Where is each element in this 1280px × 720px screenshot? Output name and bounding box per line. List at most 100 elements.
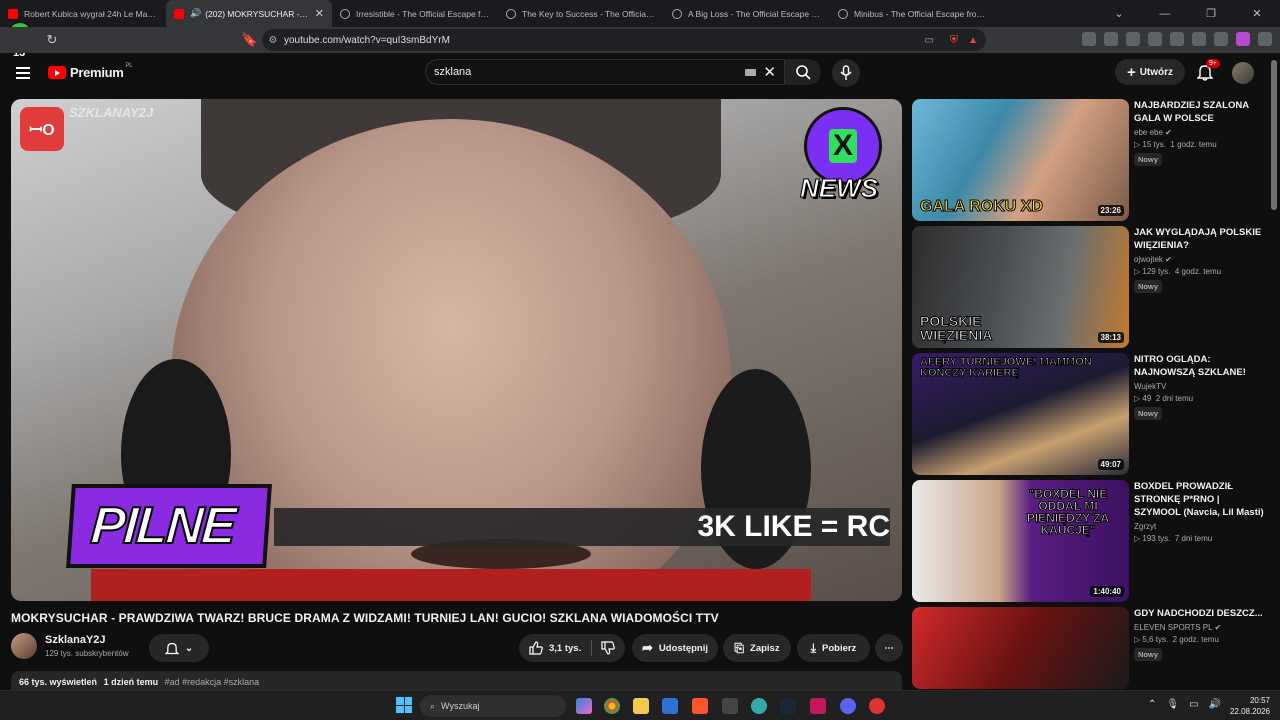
github-icon — [672, 8, 682, 19]
bookmark-icon[interactable]: 🔖 — [238, 32, 262, 48]
recommendation-channel[interactable]: ELEVEN SPORTS PL ✔ — [1134, 623, 1264, 632]
browser-tab[interactable]: A Big Loss - The Official Escape from — [664, 0, 830, 27]
extension-icon[interactable] — [1236, 32, 1250, 46]
extension-icon[interactable] — [1104, 32, 1118, 46]
like-dislike-group: 3,1 tys. — [519, 634, 625, 662]
app-icon[interactable] — [722, 698, 738, 714]
keyboard-icon[interactable] — [745, 69, 756, 76]
create-button[interactable]: + Utwórz — [1115, 59, 1185, 85]
pilne-banner: PILNE — [66, 484, 272, 568]
site-info-icon[interactable]: ⚙ — [262, 35, 284, 46]
browser-tab[interactable]: Irresistible - The Official Escape from — [332, 0, 498, 27]
dislike-button[interactable] — [601, 641, 615, 658]
chrome-icon[interactable] — [604, 698, 620, 714]
more-actions-button[interactable]: ⋯ — [875, 634, 903, 662]
extension-icon[interactable] — [1082, 32, 1096, 46]
sidebar-icon[interactable] — [1148, 32, 1162, 46]
close-window-icon[interactable]: ✕ — [1234, 7, 1280, 20]
video-thumbnail[interactable]: GALA ROKU XD 23:26 — [912, 99, 1129, 221]
share-button[interactable]: ➦ Udostępnij — [632, 634, 718, 662]
steam-icon[interactable] — [780, 698, 796, 714]
copilot-icon[interactable] — [576, 698, 592, 714]
youtube-icon — [174, 8, 184, 19]
volume-icon[interactable]: 🔊 — [1209, 699, 1221, 710]
recommendation-item[interactable]: GALA ROKU XD 23:26 NAJBARDZIEJ SZALONA G… — [912, 99, 1270, 221]
brave-icon[interactable] — [692, 698, 708, 714]
address-bar[interactable]: ⚙ youtube.com/watch?v=quI3smBdYrM ▭ ⛨ ▲ — [262, 29, 986, 51]
microphone-icon[interactable]: 🎙 — [1166, 699, 1179, 710]
brave-nightly-icon[interactable] — [810, 698, 826, 714]
video-thumbnail[interactable]: "BOXDEL NIE ODDAŁ MI PIENIĘDZY ZA KAUCJĘ… — [912, 480, 1129, 602]
hashtags[interactable]: #ad #redakcja #szklana — [165, 677, 260, 687]
chevron-up-icon[interactable]: ⌃ — [1148, 699, 1156, 710]
discord-icon[interactable] — [840, 698, 856, 714]
reload-icon[interactable]: ↻ — [40, 32, 64, 48]
search-input[interactable]: szklana ✕ — [425, 59, 785, 85]
recommendation-channel[interactable]: ebe ebe ✔ — [1134, 128, 1264, 137]
file-explorer-icon[interactable] — [633, 698, 649, 714]
monitor-icon[interactable]: ▭ — [1189, 699, 1198, 710]
audio-icon[interactable]: 🔊 — [190, 8, 201, 19]
recommendation-channel[interactable]: WujekTV — [1134, 382, 1264, 391]
vpn-icon[interactable] — [1214, 32, 1228, 46]
channel-name[interactable]: SzklanaY2J — [45, 634, 106, 646]
tab-search-icon[interactable]: ⌄ — [1096, 7, 1142, 20]
recommendation-item[interactable]: GDY NADCHODZI DESZCZ... ELEVEN SPORTS PL… — [912, 607, 1270, 689]
menu-icon[interactable] — [16, 67, 30, 79]
wallet-icon[interactable] — [1170, 32, 1184, 46]
video-thumbnail[interactable]: AFERY TURNIEJOWE! MAMMON KOŃCZY KARIERĘ … — [912, 353, 1129, 475]
recommendation-title[interactable]: BOXDEL PROWADZIŁ STRONKĘ P*RNO | SZYMOOL… — [1134, 480, 1264, 519]
page-scrollbar[interactable] — [1271, 60, 1277, 210]
cast-icon[interactable]: ▭ — [925, 35, 934, 46]
recommendation-channel[interactable]: Zgrzyt — [1134, 522, 1264, 531]
brave-shield-icon[interactable]: ⛨ — [950, 34, 958, 47]
video-thumbnail[interactable] — [912, 607, 1129, 689]
close-tab-icon[interactable]: ✕ — [315, 7, 324, 20]
recommendation-title[interactable]: NITRO OGLĄDA: NAJNOWSZĄ SZKLANE! — [1134, 353, 1264, 379]
app-icon[interactable] — [869, 698, 885, 714]
account-avatar[interactable] — [1232, 62, 1254, 84]
search-button[interactable] — [785, 59, 821, 85]
video-player[interactable]: ꟷO SZKLANAY2J X NEWS PILNE 3K LIKE = RC — [11, 99, 902, 601]
recommendation-title[interactable]: NAJBARDZIEJ SZALONA GALA W POLSCE — [1134, 99, 1264, 125]
voice-search-button[interactable] — [832, 59, 860, 87]
video-frame-shirt — [91, 569, 811, 601]
leo-icon[interactable] — [1192, 32, 1206, 46]
recommendation-item[interactable]: AFERY TURNIEJOWE! MAMMON KOŃCZY KARIERĘ … — [912, 353, 1270, 475]
search-icon — [796, 65, 811, 80]
recommendation-item[interactable]: POLSKIE WIĘZIENIA 38:13 JAK WYGLĄDAJĄ PO… — [912, 226, 1270, 348]
extension-icon[interactable] — [1126, 32, 1140, 46]
maximize-icon[interactable]: ❐ — [1188, 7, 1234, 20]
menu-icon[interactable] — [1258, 32, 1272, 46]
url-text[interactable]: youtube.com/watch?v=quI3smBdYrM — [284, 35, 450, 46]
windows-start-icon[interactable] — [396, 697, 412, 713]
recommendation-item[interactable]: "BOXDEL NIE ODDAŁ MI PIENIĘDZY ZA KAUCJĘ… — [912, 480, 1270, 602]
save-button[interactable]: ⎘ Zapisz — [723, 634, 791, 662]
taskbar-clock[interactable]: 20:57 22.08.2026 — [1230, 695, 1270, 717]
recommendation-channel[interactable]: ojwojtek ✔ — [1134, 255, 1264, 264]
clear-search-icon[interactable]: ✕ — [763, 63, 776, 81]
recommendation-title[interactable]: JAK WYGLĄDAJĄ POLSKIE WIĘZIENIA? — [1134, 226, 1264, 252]
minimize-icon[interactable]: — — [1142, 8, 1188, 20]
taskbar-search[interactable]: ⌕ Wyszukaj — [420, 695, 566, 717]
store-icon[interactable] — [662, 698, 678, 714]
browser-tab[interactable]: Minibus - The Official Escape from Ta — [830, 0, 996, 27]
youtube-logo[interactable]: Premium PL — [48, 63, 133, 80]
recommendation-title[interactable]: GDY NADCHODZI DESZCZ... — [1134, 607, 1264, 620]
bell-icon — [164, 642, 179, 654]
browser-toolbar: ↻ 🔖 ⚙ youtube.com/watch?v=quI3smBdYrM ▭ … — [0, 27, 1280, 53]
subscription-bell-button[interactable]: ⌄ — [149, 634, 209, 662]
like-button[interactable]: 3,1 tys. — [529, 641, 581, 655]
app-icon[interactable] — [751, 698, 767, 714]
download-button[interactable]: ⤓ Pobierz — [797, 634, 870, 662]
brave-rewards-icon[interactable]: ▲ — [968, 35, 978, 46]
window-controls: ⌄ — ❐ ✕ — [1096, 0, 1280, 27]
video-thumbnail[interactable]: POLSKIE WIĘZIENIA 38:13 — [912, 226, 1129, 348]
channel-avatar[interactable] — [11, 633, 37, 659]
browser-tab-active[interactable]: 🔊(202) MOKRYSUCHAR - PRAW✕ — [166, 0, 332, 27]
browser-tab[interactable]: The Key to Success - The Official Esc — [498, 0, 664, 27]
youtube-masthead: Premium PL szklana ✕ + Utwórz 9+ — [0, 53, 1280, 93]
extensions-bar — [1082, 32, 1272, 46]
github-icon — [340, 8, 350, 19]
recommendation-meta: ▷ 15 tys. 1 godz. temu — [1134, 140, 1217, 149]
